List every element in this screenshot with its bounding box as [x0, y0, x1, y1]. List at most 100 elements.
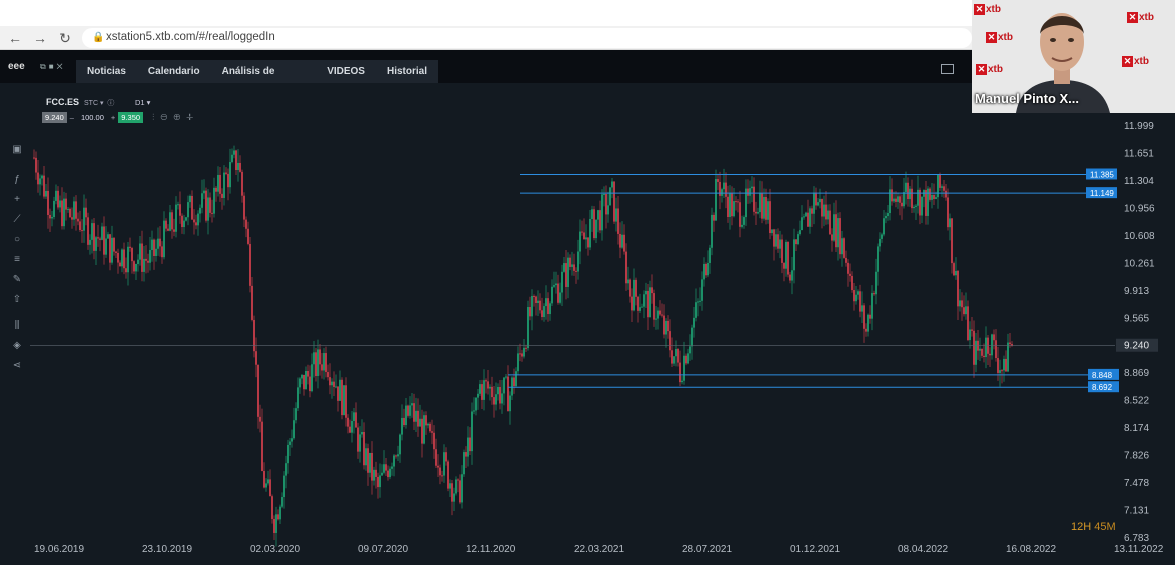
candle-body — [823, 204, 825, 217]
price-tick-label: 11.999 — [1124, 121, 1154, 132]
candle-body — [831, 234, 833, 241]
date-tick-label: 01.12.2021 — [790, 544, 840, 555]
candle-body — [989, 353, 991, 356]
candle-body — [299, 378, 301, 388]
candle-body — [801, 217, 803, 231]
candle-body — [461, 474, 463, 503]
candle-body — [453, 493, 455, 502]
candle-body — [921, 196, 923, 216]
candle-body — [191, 195, 193, 220]
candle-body — [163, 220, 165, 258]
candle-body — [221, 193, 223, 198]
candle-body — [797, 234, 799, 245]
timer-minutes: 45M — [1094, 521, 1116, 533]
logo-text: xtb — [1139, 12, 1154, 23]
price-tick-label: 7.478 — [1124, 478, 1149, 489]
price-tick-label: 11.304 — [1124, 176, 1154, 187]
candle-body — [269, 479, 271, 497]
candle-body — [595, 219, 597, 239]
candle-body — [699, 300, 701, 302]
candle-body — [557, 283, 559, 303]
candle-body — [675, 349, 677, 357]
candle-body — [767, 201, 769, 220]
candle-body — [705, 263, 707, 276]
candle-body — [891, 189, 893, 202]
candle-body — [345, 385, 347, 418]
candle-body — [679, 362, 681, 383]
candle-body — [55, 190, 57, 201]
candle-body — [993, 334, 995, 341]
candle-body — [95, 237, 97, 251]
candle-body — [125, 268, 127, 273]
candle-body — [471, 411, 473, 452]
candle-body — [467, 437, 469, 457]
candle-body — [961, 300, 963, 308]
candle-body — [437, 465, 439, 468]
level-tag-label: 11.149 — [1090, 189, 1114, 198]
candle-body — [747, 188, 749, 196]
candle-body — [245, 219, 247, 229]
candle-body — [965, 306, 967, 315]
date-tick-label: 08.04.2022 — [898, 544, 948, 555]
candle-body — [405, 405, 407, 426]
candle-body — [103, 226, 105, 255]
candle-body — [607, 205, 609, 215]
candle-body — [947, 197, 949, 228]
candle-body — [143, 258, 145, 272]
candle-body — [169, 212, 171, 231]
candle-body — [289, 441, 291, 445]
candle-body — [963, 307, 965, 315]
candle-body — [837, 218, 839, 248]
candle-body — [651, 287, 653, 294]
candle-body — [697, 301, 699, 303]
candle-body — [881, 234, 883, 239]
candle-body — [251, 285, 253, 320]
candle-body — [79, 221, 81, 231]
candle-body — [81, 230, 83, 232]
candle-body — [591, 209, 593, 220]
price-tick-label: 7.826 — [1124, 451, 1149, 462]
candle-body — [647, 290, 649, 318]
candle-body — [491, 386, 493, 398]
candle-body — [175, 204, 177, 232]
price-tick-label: 7.131 — [1124, 506, 1149, 517]
price-tick-label: 9.913 — [1124, 286, 1149, 297]
candle-body — [389, 468, 391, 478]
candle-body — [147, 260, 149, 263]
candle-body — [161, 246, 163, 258]
candle-body — [979, 348, 981, 351]
candle-body — [953, 263, 955, 276]
candle-body — [65, 198, 67, 210]
candle-body — [637, 296, 639, 311]
candle-body — [487, 381, 489, 389]
candle-body — [273, 518, 275, 533]
candle-body — [271, 496, 273, 519]
candle-body — [277, 514, 279, 520]
candle-body — [533, 296, 535, 298]
candle-body — [589, 219, 591, 248]
candle-body — [517, 353, 519, 372]
candle-body — [843, 238, 845, 258]
candle-body — [685, 355, 687, 364]
candle-body — [915, 205, 917, 207]
date-tick-label: 16.08.2022 — [1006, 544, 1056, 555]
candle-body — [967, 306, 969, 341]
date-tick-label: 09.07.2020 — [358, 544, 408, 555]
candle-body — [121, 249, 123, 267]
candle-body — [875, 271, 877, 295]
candle-body — [975, 340, 977, 365]
candle-body — [863, 305, 865, 329]
candle-body — [363, 432, 365, 466]
candle-body — [689, 346, 691, 354]
candle-body — [629, 279, 631, 297]
candle-body — [807, 212, 809, 227]
candle-body — [757, 212, 759, 214]
candle-body — [523, 347, 525, 357]
candle-body — [113, 237, 115, 252]
candle-body — [231, 154, 233, 163]
candle-body — [181, 215, 183, 228]
candle-body — [661, 314, 663, 316]
level-tag-label: 11.385 — [1090, 170, 1114, 179]
candle-body — [301, 374, 303, 379]
candle-body — [667, 320, 669, 332]
